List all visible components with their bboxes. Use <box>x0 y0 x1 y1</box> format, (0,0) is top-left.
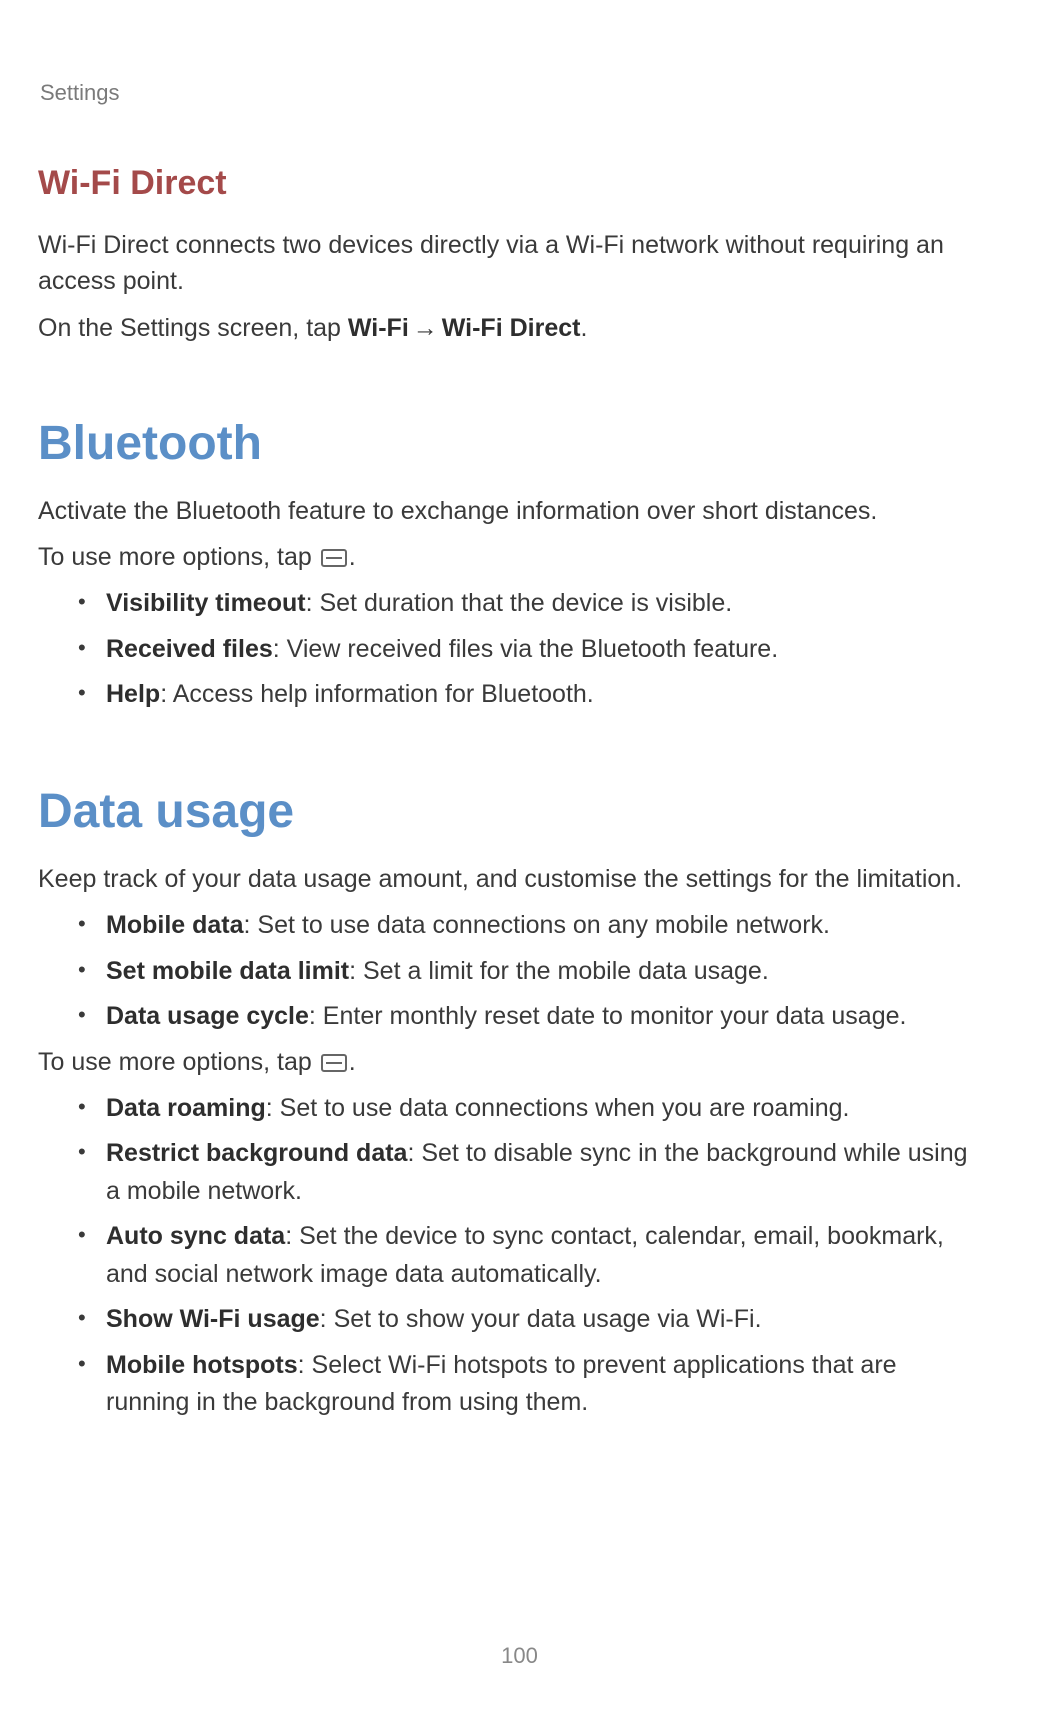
list-item: Restrict background data: Set to disable… <box>78 1135 979 1210</box>
term: Auto sync data <box>106 1222 285 1250</box>
text-prefix: On the Settings screen, tap <box>38 314 348 342</box>
desc: : Set to show your data usage via Wi-Fi. <box>320 1305 762 1333</box>
heading-data-usage: Data usage <box>38 784 979 839</box>
desc: : Set a limit for the mobile data usage. <box>349 957 769 985</box>
term: Mobile hotspots <box>106 1351 298 1379</box>
term: Data roaming <box>106 1094 266 1122</box>
list-item: Set mobile data limit: Set a limit for t… <box>78 953 979 991</box>
term: Visibility timeout <box>106 589 306 617</box>
wifi-direct-instruction: On the Settings screen, tap Wi-Fi→Wi-Fi … <box>38 310 979 346</box>
list-item: Help: Access help information for Blueto… <box>78 676 979 714</box>
bluetooth-description: Activate the Bluetooth feature to exchan… <box>38 493 979 529</box>
text-suffix: . <box>580 314 587 342</box>
list-item: Visibility timeout: Set duration that th… <box>78 585 979 623</box>
desc: : Set to use data connections on any mob… <box>244 911 830 939</box>
desc: : Enter monthly reset date to monitor yo… <box>309 1002 907 1030</box>
header-section-label: Settings <box>40 80 979 106</box>
section-wifi-direct: Wi-Fi Direct Wi-Fi Direct connects two d… <box>38 164 979 346</box>
desc: : Set to use data connections when you a… <box>266 1094 850 1122</box>
list-item: Received files: View received files via … <box>78 631 979 669</box>
bluetooth-option-list: Visibility timeout: Set duration that th… <box>38 585 979 714</box>
list-item: Data usage cycle: Enter monthly reset da… <box>78 998 979 1036</box>
text-wifi-direct: Wi-Fi Direct <box>442 314 581 342</box>
menu-icon <box>321 1054 347 1072</box>
text-suffix: . <box>349 1048 356 1076</box>
list-item: Show Wi-Fi usage: Set to show your data … <box>78 1301 979 1339</box>
list-item: Mobile hotspots: Select Wi-Fi hotspots t… <box>78 1347 979 1422</box>
menu-icon <box>321 549 347 567</box>
arrow-icon: → <box>409 314 442 342</box>
term: Help <box>106 680 160 708</box>
data-usage-list-primary: Mobile data: Set to use data connections… <box>38 907 979 1036</box>
term: Restrict background data <box>106 1139 407 1167</box>
page-number: 100 <box>0 1643 1039 1669</box>
bluetooth-options-line: To use more options, tap . <box>38 539 979 575</box>
wifi-direct-description: Wi-Fi Direct connects two devices direct… <box>38 227 979 300</box>
data-usage-description: Keep track of your data usage amount, an… <box>38 861 979 897</box>
desc: : View received files via the Bluetooth … <box>273 635 778 663</box>
data-usage-list-secondary: Data roaming: Set to use data connection… <box>38 1090 979 1422</box>
list-item: Data roaming: Set to use data connection… <box>78 1090 979 1128</box>
data-usage-options-line: To use more options, tap . <box>38 1044 979 1080</box>
text-suffix: . <box>349 543 356 571</box>
term: Show Wi-Fi usage <box>106 1305 320 1333</box>
term: Received files <box>106 635 273 663</box>
term: Mobile data <box>106 911 244 939</box>
text-prefix: To use more options, tap <box>38 543 319 571</box>
desc: : Set duration that the device is visibl… <box>306 589 733 617</box>
heading-wifi-direct: Wi-Fi Direct <box>38 164 979 203</box>
term: Data usage cycle <box>106 1002 309 1030</box>
term: Set mobile data limit <box>106 957 349 985</box>
text-prefix: To use more options, tap <box>38 1048 319 1076</box>
heading-bluetooth: Bluetooth <box>38 416 979 471</box>
section-data-usage: Data usage Keep track of your data usage… <box>38 784 979 1422</box>
text-wifi: Wi-Fi <box>348 314 409 342</box>
section-bluetooth: Bluetooth Activate the Bluetooth feature… <box>38 416 979 714</box>
list-item: Mobile data: Set to use data connections… <box>78 907 979 945</box>
desc: : Access help information for Bluetooth. <box>160 680 594 708</box>
list-item: Auto sync data: Set the device to sync c… <box>78 1218 979 1293</box>
